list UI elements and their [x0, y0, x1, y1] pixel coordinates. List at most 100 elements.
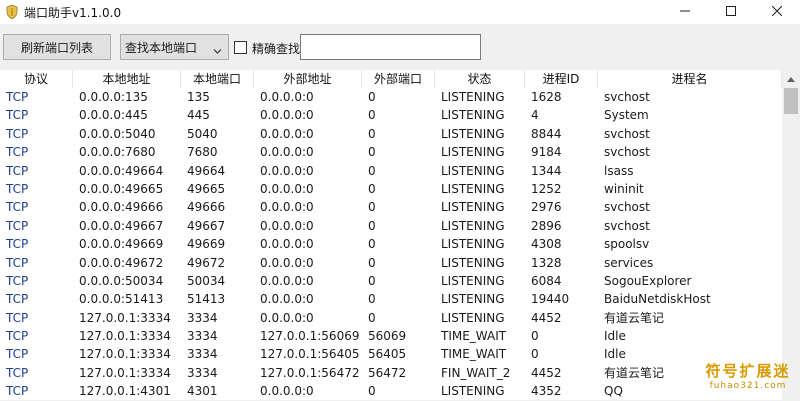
- scroll-thumb[interactable]: [784, 88, 798, 114]
- table-cell: 0: [368, 255, 376, 270]
- table-row[interactable]: TCP 0.0.0.0:49666 49666 0.0.0.0:0 0 LISTENING…: [0, 198, 782, 216]
- column-header[interactable]: 本地端口: [181, 70, 254, 88]
- table-cell: 3334: [187, 310, 218, 325]
- scroll-up-button[interactable]: [782, 70, 800, 86]
- column-header[interactable]: 进程名: [598, 70, 782, 88]
- table-cell: 0.0.0.0:445: [79, 108, 148, 123]
- table-cell: 127.0.0.1:4301: [79, 384, 171, 399]
- table-cell: 0.0.0.0:0: [260, 90, 314, 104]
- table-row[interactable]: TCP 0.0.0.0:49672 49672 0.0.0.0:0 0 LISTENING…: [0, 254, 782, 272]
- table-cell: LISTENING: [441, 145, 505, 160]
- table-row[interactable]: TCP 0.0.0.0:49664 49664 0.0.0.0:0 0 LISTENING…: [0, 162, 782, 180]
- table-body: TCP 0.0.0.0:135 135 0.0.0.0:0 0 LISTENING 1628…: [0, 88, 782, 401]
- table-row[interactable]: TCP 0.0.0.0:49667 49667 0.0.0.0:0 0 LISTENING…: [0, 217, 782, 235]
- table-cell: 127.0.0.1:56405: [260, 347, 360, 362]
- table-row[interactable]: TCP 127.0.0.1:3334 3334 127.0.0.1:56069 5606…: [0, 327, 782, 345]
- column-header[interactable]: 状态: [435, 70, 525, 88]
- table-cell: LISTENING: [441, 218, 505, 233]
- table-cell: TCP: [6, 273, 29, 288]
- table-cell: 56472: [368, 365, 407, 380]
- search-mode-value: 查找本地端口: [125, 40, 198, 55]
- table-cell: svchost: [604, 200, 650, 215]
- table-cell: 4301: [187, 384, 218, 399]
- table-cell: Idle: [604, 347, 626, 362]
- table-cell: 8844: [531, 126, 562, 141]
- table-cell: TCP: [6, 384, 29, 399]
- table-cell: 0: [368, 163, 376, 178]
- table-row[interactable]: TCP 0.0.0.0:49669 49669 0.0.0.0:0 0 LISTENING…: [0, 235, 782, 253]
- window-title: 端口助手v1.1.0.0: [24, 5, 122, 20]
- table-cell: 49665: [187, 181, 226, 196]
- table-cell: 0.0.0.0:5040: [79, 126, 156, 141]
- table-row[interactable]: TCP 127.0.0.1:3334 3334 127.0.0.1:56405 5640…: [0, 345, 782, 363]
- table-cell: 4308: [531, 237, 562, 252]
- table-cell: 0.0.0.0:0: [260, 218, 314, 233]
- table-cell: System: [604, 108, 649, 123]
- column-header[interactable]: 外部端口: [362, 70, 435, 88]
- table-cell: 0: [368, 200, 376, 215]
- table-cell: 127.0.0.1:56472: [260, 365, 360, 380]
- table-row[interactable]: TCP 127.0.0.1:3334 3334 127.0.0.1:56472 5647…: [0, 364, 782, 382]
- table-row[interactable]: TCP 127.0.0.1:3334 3334 0.0.0.0:0 0 LISTENING…: [0, 309, 782, 327]
- column-header[interactable]: 协议: [0, 70, 73, 88]
- table-cell: 0.0.0.0:49669: [79, 237, 164, 252]
- column-header[interactable]: 进程ID: [525, 70, 598, 88]
- table-cell: 49664: [187, 163, 226, 178]
- table-cell: 0.0.0.0:135: [79, 90, 148, 104]
- table-cell: LISTENING: [441, 310, 505, 325]
- table-header: 协议 本地地址 本地端口 外部地址 外部端口 状态 进程ID 进程名: [0, 70, 782, 88]
- table-cell: 3334: [187, 329, 218, 344]
- table-cell: TCP: [6, 126, 29, 141]
- table-cell: LISTENING: [441, 163, 505, 178]
- minimize-button[interactable]: [662, 0, 708, 24]
- table-cell: QQ: [604, 384, 623, 399]
- table-cell: 0.0.0.0:49667: [79, 218, 164, 233]
- table-row[interactable]: TCP 0.0.0.0:7680 7680 0.0.0.0:0 0 LISTENING 91…: [0, 143, 782, 161]
- table-cell: 7680: [187, 145, 218, 160]
- table-cell: 0: [368, 292, 376, 307]
- search-input[interactable]: [300, 34, 481, 60]
- table-cell: 0.0.0.0:49672: [79, 255, 164, 270]
- table-cell: svchost: [604, 126, 650, 141]
- table-cell: 0: [368, 273, 376, 288]
- table-cell: LISTENING: [441, 200, 505, 215]
- table-row[interactable]: TCP 127.0.0.1:4301 4301 0.0.0.0:0 0 LISTENING…: [0, 382, 782, 400]
- table-cell: svchost: [604, 90, 650, 104]
- table-cell: 0.0.0.0:0: [260, 145, 314, 160]
- table-row[interactable]: TCP 0.0.0.0:49665 49665 0.0.0.0:0 0 LISTENING…: [0, 180, 782, 198]
- refresh-port-list-button[interactable]: 刷新端口列表: [3, 34, 111, 60]
- table-cell: 0.0.0.0:49665: [79, 181, 164, 196]
- table-row[interactable]: TCP 0.0.0.0:51413 51413 0.0.0.0:0 0 LISTENING…: [0, 290, 782, 308]
- table-cell: 有道云笔记: [604, 310, 665, 325]
- table-cell: 127.0.0.1:3334: [79, 347, 171, 362]
- table-row[interactable]: TCP 0.0.0.0:50034 50034 0.0.0.0:0 0 LISTENING…: [0, 272, 782, 290]
- search-mode-select[interactable]: 查找本地端口: [120, 34, 229, 60]
- table-cell: 0: [368, 310, 376, 325]
- table-row[interactable]: TCP 0.0.0.0:5040 5040 0.0.0.0:0 0 LISTENING 88…: [0, 125, 782, 143]
- table-cell: LISTENING: [441, 237, 505, 252]
- table-cell: 2976: [531, 200, 562, 215]
- table-cell: TCP: [6, 237, 29, 252]
- table-cell: 0.0.0.0:0: [260, 163, 314, 178]
- table-cell: services: [604, 255, 654, 270]
- table-cell: 127.0.0.1:56069: [260, 329, 360, 344]
- column-header[interactable]: 本地地址: [73, 70, 181, 88]
- exact-search-checkbox[interactable]: [234, 41, 247, 54]
- close-button[interactable]: [754, 0, 800, 24]
- vertical-scrollbar[interactable]: [782, 70, 800, 400]
- table-row[interactable]: TCP 0.0.0.0:445 445 0.0.0.0:0 0 LISTENING 4 Sys…: [0, 106, 782, 124]
- table-cell: 1328: [531, 255, 562, 270]
- maximize-button[interactable]: [708, 0, 754, 24]
- table-cell: 0.0.0.0:0: [260, 237, 314, 252]
- table-cell: 0.0.0.0:0: [260, 273, 314, 288]
- table-cell: 1252: [531, 181, 562, 196]
- table-cell: 0.0.0.0:0: [260, 384, 314, 399]
- column-header[interactable]: 外部地址: [254, 70, 362, 88]
- table-cell: 9184: [531, 145, 562, 160]
- table-row[interactable]: TCP 0.0.0.0:135 135 0.0.0.0:0 0 LISTENING 1628…: [0, 88, 782, 106]
- table-cell: TCP: [6, 292, 29, 307]
- table-cell: 50034: [187, 273, 226, 288]
- table-cell: 0.0.0.0:0: [260, 292, 314, 307]
- table-cell: 4352: [531, 384, 562, 399]
- table-cell: 0.0.0.0:0: [260, 310, 314, 325]
